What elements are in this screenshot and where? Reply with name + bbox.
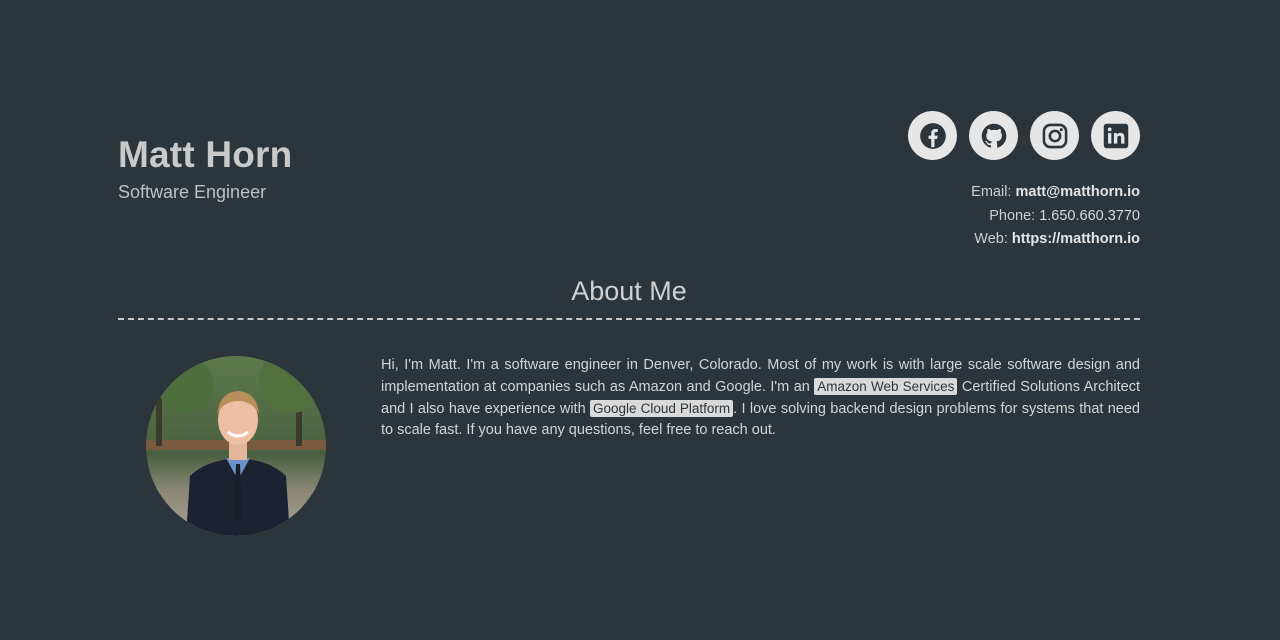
linkedin-icon	[1103, 123, 1128, 148]
email-link[interactable]: matt@matthorn.io	[1016, 184, 1141, 200]
web-row: Web: https://matthorn.io	[971, 228, 1140, 252]
phone-label: Phone:	[989, 207, 1036, 224]
page: Matt Horn Software Engineer Email: matt@…	[0, 0, 1280, 640]
instagram-icon	[1042, 123, 1067, 148]
web-label: Web:	[974, 231, 1008, 247]
bio-text: Hi, I'm Matt. I'm a software engineer in…	[381, 355, 1140, 441]
job-title: Software Engineer	[118, 182, 267, 202]
profile-photo	[146, 356, 326, 536]
contact-info: Email: matt@matthorn.io Phone: 1.650.660…	[971, 181, 1140, 252]
social-links	[908, 111, 1140, 160]
github-link[interactable]	[969, 111, 1018, 160]
phone-row: Phone: 1.650.660.3770	[971, 205, 1140, 229]
person-name: Matt Horn	[118, 134, 293, 175]
email-row: Email: matt@matthorn.io	[971, 181, 1140, 205]
email-label: Email:	[971, 184, 1012, 200]
section-divider	[118, 318, 1140, 320]
gcp-tag: Google Cloud Platform	[589, 400, 734, 417]
instagram-link[interactable]	[1030, 111, 1079, 160]
github-icon	[981, 123, 1006, 148]
phone-value: 1.650.660.3770	[1039, 207, 1140, 224]
about-heading: About Me	[571, 276, 687, 306]
aws-tag: Amazon Web Services	[814, 378, 958, 395]
facebook-icon	[919, 122, 946, 149]
facebook-link[interactable]	[908, 111, 957, 160]
web-link[interactable]: https://matthorn.io	[1012, 231, 1140, 247]
linkedin-link[interactable]	[1091, 111, 1140, 160]
